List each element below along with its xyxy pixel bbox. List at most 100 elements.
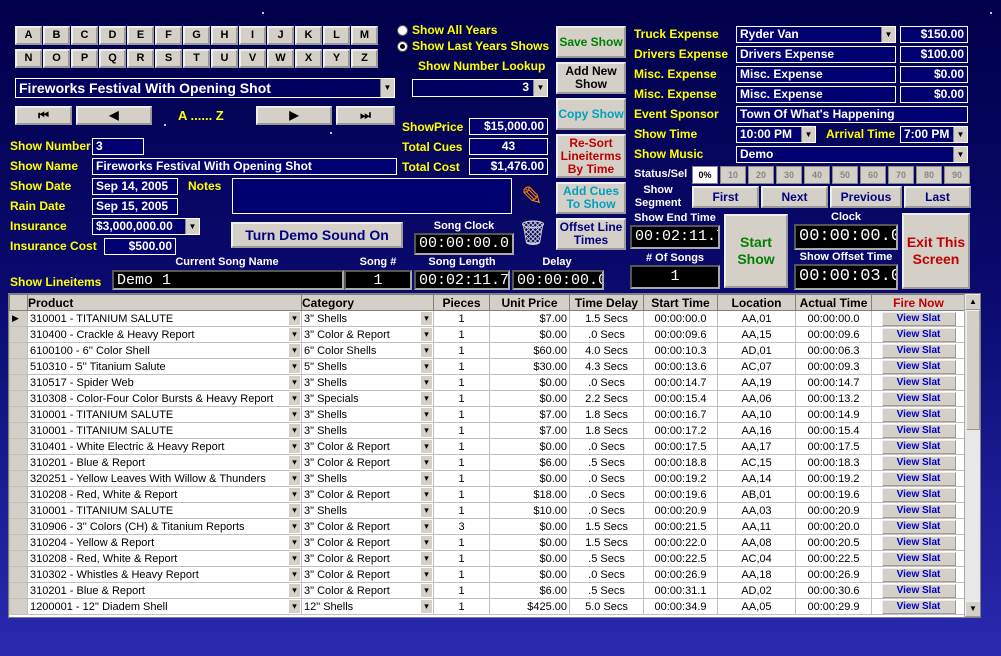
- letter-button-p[interactable]: P: [71, 49, 98, 68]
- row-selector[interactable]: ▶: [9, 310, 28, 327]
- view-slat-button[interactable]: View Slat: [881, 391, 956, 406]
- rain-date-field[interactable]: Sep 15, 2005: [92, 198, 178, 215]
- row-selector[interactable]: [9, 582, 28, 599]
- table-row[interactable]: 310308 - Color-Four Color Bursts & Heavy…: [9, 390, 966, 407]
- chevron-down-icon[interactable]: ▼: [185, 219, 199, 234]
- save-show-button[interactable]: Save Show: [556, 26, 626, 58]
- misc-amount-field[interactable]: $0.00: [900, 86, 968, 103]
- row-selector[interactable]: [9, 358, 28, 375]
- chevron-down-icon[interactable]: ▾: [289, 360, 300, 373]
- category-cell[interactable]: 3" Color & Report ▾: [301, 582, 434, 599]
- table-row[interactable]: 310204 - Yellow & Report ▾ 3" Color & Repo…: [9, 534, 966, 551]
- view-slat-button[interactable]: View Slat: [881, 567, 956, 582]
- table-row[interactable]: 310208 - Red, White & Report ▾ 3" Color & …: [9, 550, 966, 567]
- row-selector[interactable]: [9, 518, 28, 535]
- category-cell[interactable]: 3" Specials ▾: [301, 390, 434, 407]
- chevron-down-icon[interactable]: ▾: [421, 504, 432, 517]
- letter-button-z[interactable]: Z: [351, 49, 378, 68]
- scroll-thumb[interactable]: [966, 310, 980, 430]
- row-selector[interactable]: [9, 438, 28, 455]
- chevron-down-icon[interactable]: ▾: [289, 424, 300, 437]
- chevron-down-icon[interactable]: ▼: [380, 79, 394, 97]
- row-selector[interactable]: [9, 598, 28, 615]
- chevron-down-icon[interactable]: ▾: [421, 488, 432, 501]
- product-cell[interactable]: 310201 - Blue & Report ▾: [27, 454, 302, 471]
- letter-button-r[interactable]: R: [127, 49, 154, 68]
- row-selector[interactable]: [9, 326, 28, 343]
- product-cell[interactable]: 310400 - Crackle & Heavy Report ▾: [27, 326, 302, 343]
- category-cell[interactable]: 3" Color & Report ▾: [301, 534, 434, 551]
- chevron-down-icon[interactable]: ▾: [289, 408, 300, 421]
- chevron-down-icon[interactable]: ▼: [953, 147, 967, 162]
- view-slat-button[interactable]: View Slat: [881, 439, 956, 454]
- column-header[interactable]: [9, 294, 28, 311]
- letter-button-y[interactable]: Y: [323, 49, 350, 68]
- category-cell[interactable]: 3" Shells ▾: [301, 422, 434, 439]
- column-header[interactable]: Fire Now: [871, 294, 966, 311]
- category-cell[interactable]: 3" Shells ▾: [301, 406, 434, 423]
- add-cues-button[interactable]: Add Cues To Show: [556, 182, 626, 214]
- chevron-down-icon[interactable]: ▾: [421, 520, 432, 533]
- table-row[interactable]: 310001 - TITANIUM SALUTE ▾ 3" Shells ▾ 1 $7.0…: [9, 406, 966, 423]
- truck-expense-select[interactable]: Ryder Van ▼: [736, 26, 896, 43]
- row-selector[interactable]: [9, 470, 28, 487]
- radio-all-years[interactable]: Show All Years: [397, 23, 497, 37]
- chevron-down-icon[interactable]: ▾: [421, 408, 432, 421]
- chevron-down-icon[interactable]: ▾: [421, 360, 432, 373]
- category-cell[interactable]: 12" Shells ▾: [301, 598, 434, 615]
- category-cell[interactable]: 3" Color & Report ▾: [301, 326, 434, 343]
- table-row[interactable]: 510310 - 5'' Titanium Salute ▾ 5" Shells ▾ 1…: [9, 358, 966, 375]
- row-selector[interactable]: [9, 550, 28, 567]
- category-cell[interactable]: 3" Color & Report ▾: [301, 566, 434, 583]
- table-row[interactable]: 310208 - Red, White & Report ▾ 3" Color & …: [9, 486, 966, 503]
- letter-button-m[interactable]: M: [351, 26, 378, 45]
- chevron-down-icon[interactable]: ▾: [289, 536, 300, 549]
- arrival-time-select[interactable]: 7:00 PM ▼: [900, 126, 968, 143]
- chevron-down-icon[interactable]: ▾: [289, 328, 300, 341]
- category-cell[interactable]: 3" Color & Report ▾: [301, 454, 434, 471]
- table-row[interactable]: 310001 - TITANIUM SALUTE ▾ 3" Shells ▾ 1 $7.0…: [9, 422, 966, 439]
- view-slat-button[interactable]: View Slat: [881, 311, 956, 326]
- letter-button-c[interactable]: C: [71, 26, 98, 45]
- row-selector[interactable]: [9, 486, 28, 503]
- product-cell[interactable]: 1200001 - 12'' Diadem Shell ▾: [27, 598, 302, 615]
- row-selector[interactable]: [9, 454, 28, 471]
- show-music-select[interactable]: Demo ▼: [736, 146, 968, 163]
- product-cell[interactable]: 310401 - White Electric & Heavy Report ▾: [27, 438, 302, 455]
- view-slat-button[interactable]: View Slat: [881, 343, 956, 358]
- radio-last-years[interactable]: Show Last Years Shows: [397, 39, 549, 53]
- view-slat-button[interactable]: View Slat: [881, 375, 956, 390]
- insurance-select[interactable]: $3,000,000.00 ▼: [92, 218, 200, 235]
- table-row[interactable]: 310302 - Whistles & Heavy Report ▾ 3" Colo…: [9, 566, 966, 583]
- category-cell[interactable]: 3" Shells ▾: [301, 470, 434, 487]
- chevron-down-icon[interactable]: ▾: [289, 376, 300, 389]
- chevron-down-icon[interactable]: ▾: [421, 392, 432, 405]
- chevron-down-icon[interactable]: ▾: [289, 488, 300, 501]
- letter-button-g[interactable]: G: [183, 26, 210, 45]
- chevron-down-icon[interactable]: ▾: [421, 552, 432, 565]
- chevron-down-icon[interactable]: ▾: [421, 328, 432, 341]
- chevron-down-icon[interactable]: ▾: [421, 600, 432, 613]
- table-row[interactable]: 310201 - Blue & Report ▾ 3" Color & Report…: [9, 454, 966, 471]
- chevron-down-icon[interactable]: ▾: [421, 344, 432, 357]
- show-price-field[interactable]: $15,000.00: [469, 118, 548, 135]
- chevron-down-icon[interactable]: ▾: [289, 568, 300, 581]
- category-cell[interactable]: 5" Shells ▾: [301, 358, 434, 375]
- letter-button-i[interactable]: I: [239, 26, 266, 45]
- column-header[interactable]: Actual Time: [795, 294, 872, 311]
- start-show-button[interactable]: Start Show: [724, 214, 788, 288]
- product-cell[interactable]: 310001 - TITANIUM SALUTE ▾: [27, 310, 302, 327]
- chevron-down-icon[interactable]: ▾: [421, 424, 432, 437]
- letter-button-l[interactable]: L: [323, 26, 350, 45]
- column-header[interactable]: Time Delay: [569, 294, 644, 311]
- table-row[interactable]: 6100100 - 6'' Color Shell ▾ 6" Color Shell…: [9, 342, 966, 359]
- table-row[interactable]: 310401 - White Electric & Heavy Report ▾ 3…: [9, 438, 966, 455]
- product-cell[interactable]: 310308 - Color-Four Color Bursts & Heavy…: [27, 390, 302, 407]
- category-cell[interactable]: 3" Color & Report ▾: [301, 438, 434, 455]
- show-time-select[interactable]: 10:00 PM ▼: [736, 126, 816, 143]
- letter-button-w[interactable]: W: [267, 49, 294, 68]
- category-cell[interactable]: 3" Color & Report ▾: [301, 486, 434, 503]
- chevron-down-icon[interactable]: ▾: [289, 392, 300, 405]
- chevron-down-icon[interactable]: ▾: [289, 520, 300, 533]
- misc-expense-field[interactable]: Misc. Expense: [736, 86, 896, 103]
